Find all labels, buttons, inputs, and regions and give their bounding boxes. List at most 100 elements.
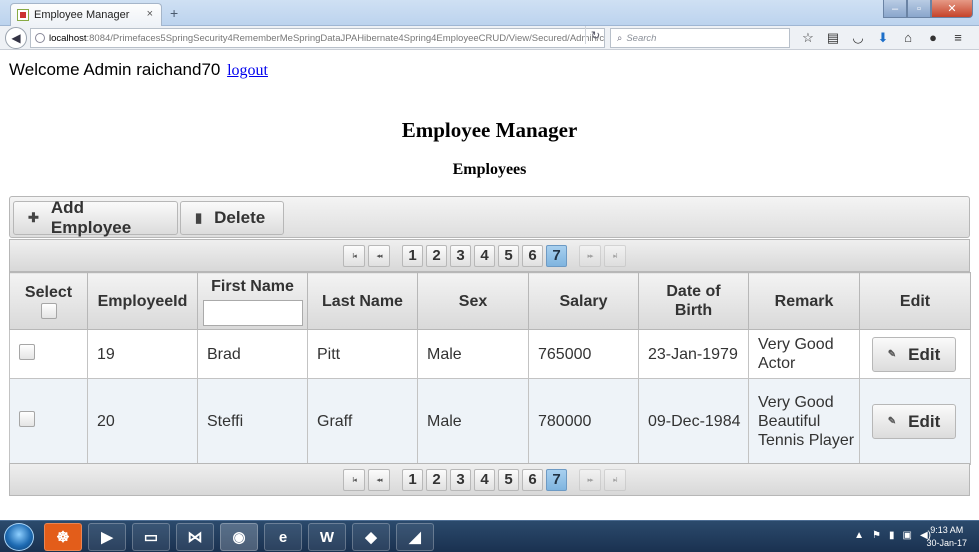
page-button-2[interactable]: 2 — [426, 468, 447, 491]
cell-salary: 780000 — [528, 378, 639, 465]
system-tray: ▲ ⚑ ▮ ▣ ◀) — [854, 530, 931, 541]
table-row[interactable]: 19 Brad Pitt Male 765000 23-Jan-1979 Ver… — [9, 329, 971, 379]
cell-remark: Very Good Beautiful Tennis Player — [748, 378, 860, 465]
bookmark-star-icon[interactable]: ☆ — [800, 30, 816, 46]
cell-first-name: Brad — [197, 329, 308, 379]
browser-tab[interactable]: Employee Manager × — [10, 3, 162, 26]
row-checkbox[interactable] — [19, 411, 35, 427]
add-employee-label: Add Employee — [50, 198, 132, 237]
edit-button[interactable]: ✎ Edit — [872, 404, 956, 439]
reload-icon[interactable]: ↻ — [585, 26, 605, 44]
word-icon[interactable]: W — [308, 523, 346, 551]
internet-explorer-icon[interactable]: e — [264, 523, 302, 551]
reading-list-icon[interactable]: ▤ — [825, 30, 841, 46]
delete-label: Delete — [214, 208, 266, 227]
minimize-button[interactable]: – — [883, 0, 907, 18]
back-arrow-icon[interactable]: ◀ — [5, 27, 27, 49]
header-salary[interactable]: Salary — [528, 272, 639, 330]
tab-title: Employee Manager — [34, 9, 130, 21]
flag-icon[interactable]: ⚑ — [872, 530, 881, 541]
select-all-checkbox[interactable] — [40, 303, 57, 319]
page-button-7-active[interactable]: 7 — [546, 244, 567, 267]
delete-button[interactable]: ▮ Delete — [180, 201, 284, 235]
header-remark[interactable]: Remark — [748, 272, 860, 330]
virtualbox-icon[interactable]: ◆ — [352, 523, 390, 551]
maximize-button[interactable]: ▫ — [907, 0, 931, 18]
page-button-1[interactable]: 1 — [402, 244, 423, 267]
edit-label: Edit — [908, 412, 941, 431]
header-sex[interactable]: Sex — [417, 272, 529, 330]
chat-icon[interactable]: ● — [925, 30, 941, 46]
close-window-button[interactable]: ✕ — [931, 0, 973, 18]
table-header-row: Select EmployeeId First Name Last Name S… — [9, 272, 971, 330]
visual-studio-icon[interactable]: ⋈ — [176, 523, 214, 551]
url-bar[interactable]: localhost:8084/Primefaces5SpringSecurity… — [30, 28, 605, 48]
cell-employee-id: 19 — [87, 329, 198, 379]
clock-time: 9:13 AM — [930, 525, 964, 535]
welcome-text: Welcome Admin raichand70 — [9, 60, 221, 79]
logout-link[interactable]: logout — [227, 62, 268, 79]
employee-table: Select EmployeeId First Name Last Name S… — [9, 272, 971, 465]
table-row[interactable]: 20 Steffi Graff Male 780000 09-Dec-1984 … — [9, 378, 971, 465]
header-employee-id[interactable]: EmployeeId — [87, 272, 198, 330]
download-icon[interactable]: ⬇ — [875, 30, 891, 46]
add-employee-button[interactable]: ✚ Add Employee — [13, 198, 178, 237]
header-last-name[interactable]: Last Name — [307, 272, 418, 330]
pencil-icon: ✎ — [887, 416, 897, 427]
prev-page-button[interactable]: ◂◂ — [368, 468, 390, 491]
tab-close-icon[interactable]: × — [147, 8, 153, 20]
page-button-3[interactable]: 3 — [450, 468, 471, 491]
page-button-6[interactable]: 6 — [522, 244, 543, 267]
page-button-2[interactable]: 2 — [426, 244, 447, 267]
firefox-icon[interactable]: ◉ — [220, 523, 258, 551]
site-info-icon[interactable] — [35, 33, 45, 43]
page-button-7-active[interactable]: 7 — [546, 468, 567, 491]
cell-edit: ✎ Edit — [859, 329, 971, 379]
prev-page-button[interactable]: ◂◂ — [368, 244, 390, 267]
tray-expand-icon[interactable]: ▲ — [854, 530, 864, 541]
page-subtitle: Employees — [452, 161, 527, 178]
row-checkbox[interactable] — [19, 343, 35, 360]
cell-employee-id: 20 — [87, 378, 198, 465]
file-explorer-icon[interactable]: ▭ — [132, 523, 170, 551]
next-page-button[interactable]: ▸▸ — [579, 468, 601, 491]
cell-salary: 765000 — [528, 329, 639, 379]
next-page-button[interactable]: ▸▸ — [579, 244, 601, 267]
page-title: Employee Manager — [401, 118, 578, 142]
cell-last-name: Pitt — [307, 329, 418, 379]
page-button-4[interactable]: 4 — [474, 244, 495, 267]
browser-toolbar-icons: ☆ ▤ ◡ ⬇ ⌂ ● ≡ — [800, 30, 966, 46]
pencil-icon: ✎ — [887, 348, 897, 360]
page-button-3[interactable]: 3 — [450, 244, 471, 267]
page-button-6[interactable]: 6 — [522, 468, 543, 491]
last-page-button[interactable]: ▸I — [604, 468, 626, 491]
browser-search-input[interactable]: ⌕ Search — [610, 28, 790, 48]
page-button-5[interactable]: 5 — [498, 244, 519, 267]
page-button-4[interactable]: 4 — [474, 468, 495, 491]
first-name-filter-input[interactable] — [202, 299, 303, 326]
battery-icon[interactable]: ▮ — [889, 530, 895, 541]
taskbar-app-icon[interactable]: ☸ — [44, 523, 82, 551]
home-icon[interactable]: ⌂ — [900, 30, 916, 46]
header-dob[interactable]: Date of Birth — [638, 272, 749, 330]
system-clock[interactable]: 9:13 AM 30-Jan-17 — [926, 524, 967, 550]
first-page-button[interactable]: I◂ — [343, 244, 365, 267]
clock-date: 30-Jan-17 — [926, 538, 967, 548]
first-page-button[interactable]: I◂ — [343, 468, 365, 491]
windows-taskbar: ☸ ▶ ▭ ⋈ ◉ e W ◆ ◢ ▲ ⚑ ▮ ▣ ◀) 9:13 AM 30-… — [0, 520, 979, 552]
new-tab-button[interactable]: + — [170, 5, 178, 21]
taskbar-app-icon-2[interactable]: ◢ — [396, 523, 434, 551]
page-button-5[interactable]: 5 — [498, 468, 519, 491]
header-edit: Edit — [859, 272, 971, 330]
menu-icon[interactable]: ≡ — [950, 30, 966, 46]
pocket-icon[interactable]: ◡ — [850, 30, 866, 46]
start-button-icon[interactable] — [4, 523, 34, 551]
media-player-icon[interactable]: ▶ — [88, 523, 126, 551]
edit-button[interactable]: ✎ Edit — [872, 336, 956, 372]
cell-first-name: Steffi — [197, 378, 308, 465]
network-icon[interactable]: ▣ — [903, 530, 912, 541]
page-button-1[interactable]: 1 — [402, 468, 423, 491]
header-first-name[interactable]: First Name — [197, 272, 308, 330]
paginator-bottom: I◂ ◂◂ 1 2 3 4 5 6 7 ▸▸ ▸I — [9, 463, 970, 496]
last-page-button[interactable]: ▸I — [604, 244, 626, 267]
